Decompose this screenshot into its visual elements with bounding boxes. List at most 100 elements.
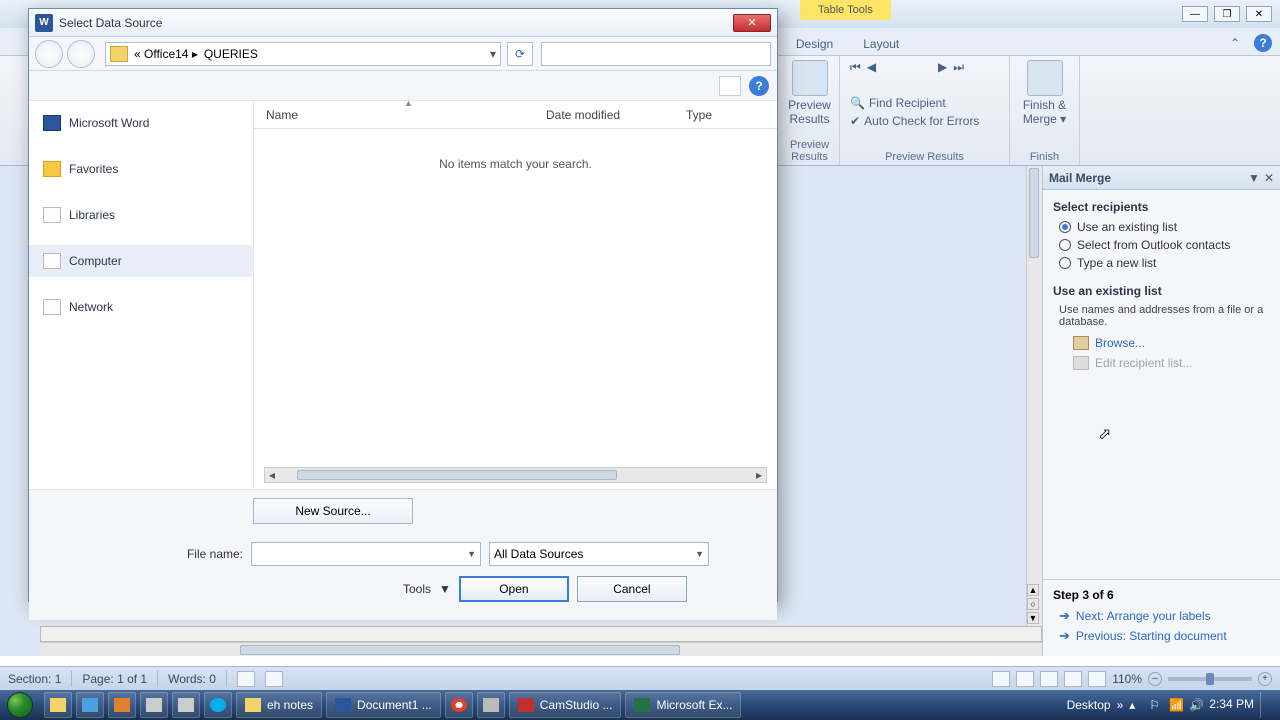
address-dropdown-icon[interactable]: ▾ — [490, 47, 496, 61]
browse-link[interactable]: Browse... — [1073, 336, 1270, 350]
use-existing-heading: Use an existing list — [1053, 284, 1270, 298]
cancel-button[interactable]: Cancel — [577, 576, 687, 602]
macro-record-icon[interactable] — [265, 671, 283, 687]
taskbar-item-ehnotes[interactable]: eh notes — [236, 692, 322, 718]
view-options-button[interactable] — [719, 76, 741, 96]
taskbar-clock[interactable]: 2:34 PM — [1209, 698, 1254, 712]
tray-up-icon[interactable]: ▴ — [1129, 698, 1143, 712]
chevron-down-icon[interactable]: ▼ — [695, 549, 704, 559]
tab-layout[interactable]: Layout — [857, 33, 905, 55]
view-web-icon[interactable] — [1040, 671, 1058, 687]
zoom-slider[interactable] — [1168, 677, 1252, 681]
file-type-filter[interactable]: All Data Sources▼ — [489, 542, 709, 566]
desktop-toolbar[interactable]: Desktop — [1067, 698, 1111, 712]
status-bar: Section: 1 Page: 1 of 1 Words: 0 110% – … — [0, 666, 1280, 690]
scroll-right-icon[interactable]: ▸ — [752, 468, 766, 482]
dialog-help-icon[interactable]: ? — [749, 76, 769, 96]
tray-expand-icon[interactable]: » — [1117, 698, 1124, 712]
next-step-link[interactable]: ➔Next: Arrange your labels — [1059, 608, 1270, 624]
ribbon-minimize-icon[interactable]: ⌃ — [1224, 32, 1246, 54]
taskbar-pin-app[interactable] — [140, 692, 168, 718]
panel-menu-icon[interactable]: ▼ — [1248, 171, 1260, 185]
use-existing-desc: Use names and addresses from a file or a… — [1059, 304, 1270, 328]
panel-title: Mail Merge — [1049, 171, 1111, 185]
view-print-layout-icon[interactable] — [992, 671, 1010, 687]
tree-item-favorites[interactable]: Favorites — [29, 153, 253, 185]
taskbar-pin-skype[interactable] — [204, 692, 232, 718]
address-bar[interactable]: « Office14 ▸ QUERIES ▾ — [105, 42, 501, 66]
taskbar: eh notes Document1 ... CamStudio ... Mic… — [0, 690, 1280, 720]
refresh-button[interactable]: ⟳ — [507, 42, 533, 66]
chevron-down-icon[interactable]: ▼ — [467, 549, 476, 559]
nav-back-button[interactable] — [35, 40, 63, 68]
proofing-icon[interactable] — [237, 671, 255, 687]
list-horizontal-scrollbar[interactable]: ◂ ▸ — [264, 467, 767, 483]
open-button[interactable]: Open — [459, 576, 569, 602]
col-type[interactable]: Type — [674, 108, 734, 122]
taskbar-pin-media[interactable] — [108, 692, 136, 718]
radio-outlook-contacts[interactable]: Select from Outlook contacts — [1059, 238, 1270, 252]
radio-new-list[interactable]: Type a new list — [1059, 256, 1270, 270]
dialog-title: Select Data Source — [59, 16, 162, 30]
tree-item-libraries[interactable]: Libraries — [29, 199, 253, 231]
start-button[interactable] — [0, 690, 40, 720]
new-source-button[interactable]: New Source... — [253, 498, 413, 524]
col-date[interactable]: Date modified — [534, 108, 674, 122]
taskbar-pin-explorer[interactable] — [44, 692, 72, 718]
search-input[interactable] — [541, 42, 771, 66]
taskbar-item-camstudio[interactable]: CamStudio ... — [509, 692, 622, 718]
taskbar-pin-ie[interactable] — [76, 692, 104, 718]
finish-merge-button[interactable]: Finish & Merge ▾ — [1020, 60, 1070, 126]
tray-network-icon[interactable]: 📶 — [1169, 698, 1183, 712]
object-browse-icon[interactable]: ○ — [1027, 598, 1039, 610]
tray-volume-icon[interactable]: 🔊 — [1189, 698, 1203, 712]
view-draft-icon[interactable] — [1088, 671, 1106, 687]
find-recipient-button[interactable]: 🔍Find Recipient — [850, 96, 979, 110]
nav-forward-button[interactable] — [67, 40, 95, 68]
taskbar-item-chrome[interactable] — [445, 692, 473, 718]
zoom-in-button[interactable]: + — [1258, 672, 1272, 686]
zoom-level[interactable]: 110% — [1112, 672, 1142, 686]
restore-button[interactable]: ❐ — [1214, 6, 1240, 22]
taskbar-item-excel[interactable]: Microsoft Ex... — [625, 692, 741, 718]
taskbar-item-app[interactable] — [477, 692, 505, 718]
prev-step-link[interactable]: ➔Previous: Starting document — [1059, 628, 1270, 644]
help-icon[interactable]: ? — [1254, 34, 1272, 52]
taskbar-pin-app2[interactable] — [172, 692, 200, 718]
horizontal-ruler[interactable] — [40, 626, 1042, 642]
radio-icon — [1059, 239, 1071, 251]
minimize-button[interactable]: — — [1182, 6, 1208, 22]
close-button[interactable]: ✕ — [1246, 6, 1272, 22]
status-section: Section: 1 — [8, 672, 61, 686]
dialog-close-button[interactable]: ✕ — [733, 14, 771, 32]
chrome-icon — [451, 698, 467, 712]
preview-results-button[interactable]: Preview Results — [785, 60, 835, 126]
file-name-label: File name: — [43, 547, 243, 561]
vertical-scrollbar[interactable] — [1026, 166, 1042, 626]
prev-record-icon[interactable]: ◀ — [867, 60, 876, 75]
object-browse-down-icon[interactable]: ▼ — [1027, 612, 1039, 624]
view-fullscreen-icon[interactable] — [1016, 671, 1034, 687]
panel-close-icon[interactable]: ✕ — [1264, 171, 1274, 185]
show-desktop-button[interactable] — [1260, 692, 1268, 718]
select-recipients-heading: Select recipients — [1053, 200, 1270, 214]
tree-item-network[interactable]: Network — [29, 291, 253, 323]
last-record-icon[interactable]: ⏭ — [953, 60, 964, 75]
tree-item-word[interactable]: Microsoft Word — [29, 107, 253, 139]
taskbar-item-word[interactable]: Document1 ... — [326, 692, 441, 718]
col-name[interactable]: Name — [254, 108, 534, 122]
zoom-out-button[interactable]: – — [1148, 672, 1162, 686]
horizontal-scrollbar[interactable] — [40, 642, 1042, 656]
first-record-icon[interactable]: ⏮ — [850, 60, 861, 75]
radio-existing-list[interactable]: Use an existing list — [1059, 220, 1270, 234]
next-record-icon[interactable]: ▶ — [938, 60, 947, 75]
view-outline-icon[interactable] — [1064, 671, 1082, 687]
tray-flag-icon[interactable]: ⚐ — [1149, 698, 1163, 712]
file-name-input[interactable]: ▼ — [251, 542, 481, 566]
tab-design[interactable]: Design — [790, 33, 839, 55]
tools-dropdown[interactable]: Tools▼ — [403, 582, 451, 596]
auto-check-errors-button[interactable]: ✔Auto Check for Errors — [850, 114, 979, 128]
object-browse-up-icon[interactable]: ▲ — [1027, 584, 1039, 596]
tree-item-computer[interactable]: Computer — [29, 245, 253, 277]
scroll-left-icon[interactable]: ◂ — [265, 468, 279, 482]
